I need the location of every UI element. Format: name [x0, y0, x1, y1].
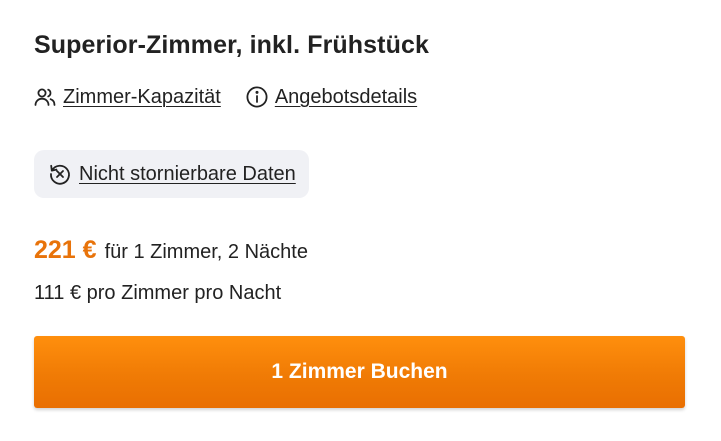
room-title: Superior-Zimmer, inkl. Frühstück: [34, 31, 429, 59]
offer-details-label: Angebotsdetails: [274, 85, 418, 108]
non-refundable-clock-icon: [47, 161, 73, 187]
room-capacity-link[interactable]: Zimmer-Kapazität: [33, 85, 221, 109]
price-per-night: 111 € pro Zimmer pro Nacht: [34, 282, 282, 304]
non-refundable-policy-label: Nicht stornierbare Daten: [79, 162, 296, 185]
book-room-button[interactable]: 1 Zimmer Buchen: [34, 336, 685, 408]
offer-details-link[interactable]: Angebotsdetails: [245, 85, 417, 109]
info-icon: [245, 85, 269, 109]
room-offer-card: Superior-Zimmer, inkl. Frühstück Zimmer-…: [0, 0, 721, 441]
non-refundable-policy-chip[interactable]: Nicht stornierbare Daten: [34, 150, 309, 198]
people-icon: [33, 85, 57, 109]
room-capacity-label: Zimmer-Kapazität: [63, 85, 221, 108]
room-links: Zimmer-Kapazität Angebotsdetails: [33, 82, 417, 112]
total-price-row: 221 € für 1 Zimmer, 2 Nächte: [34, 236, 308, 265]
total-price: 221 €: [34, 236, 97, 264]
total-price-note: für 1 Zimmer, 2 Nächte: [104, 241, 308, 263]
